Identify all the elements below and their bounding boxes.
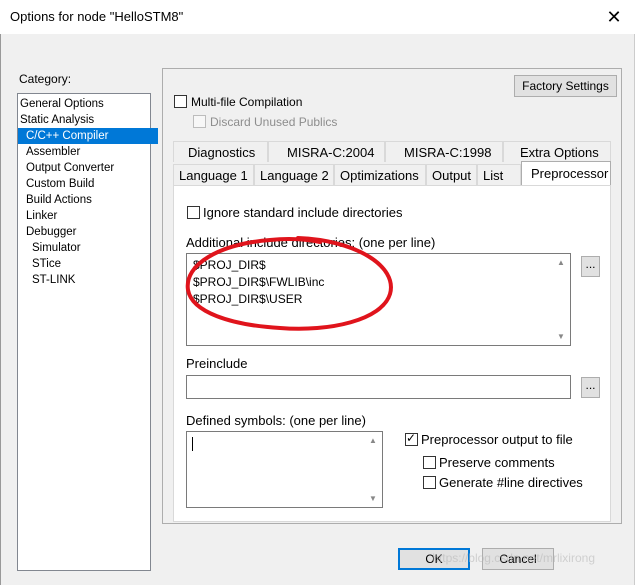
category-item-static-analysis[interactable]: Static Analysis: [18, 112, 152, 128]
multi-file-compilation-label: Multi-file Compilation: [191, 95, 303, 109]
tab-language-2[interactable]: Language 2: [254, 164, 334, 185]
scroll-up-icon[interactable]: ▲: [369, 436, 377, 445]
tab-language-1[interactable]: Language 1: [173, 164, 254, 185]
ignore-standard-include-label: Ignore standard include directories: [203, 205, 403, 220]
discard-unused-publics-label: Discard Unused Publics: [210, 115, 338, 129]
tab-extra-options[interactable]: Extra Options: [503, 141, 611, 162]
include-scrollbar[interactable]: ▲ ▼: [554, 254, 570, 345]
preinclude-browse-button[interactable]: ...: [581, 377, 600, 398]
preinclude-label: Preinclude: [186, 356, 248, 371]
preprocessor-output-label: Preprocessor output to file: [421, 432, 573, 447]
text-caret: [192, 437, 193, 451]
category-item-general-options[interactable]: General Options: [18, 96, 152, 112]
line-directives-label: Generate #line directives: [439, 475, 583, 490]
category-list[interactable]: General Options Static Analysis C/C++ Co…: [17, 93, 158, 571]
category-item-assembler[interactable]: Assembler: [18, 144, 158, 160]
window-title: Options for node "HelloSTM8": [10, 9, 184, 24]
line-directives-checkbox[interactable]: [423, 476, 436, 489]
close-icon[interactable]: ✕: [601, 4, 627, 30]
category-item-custom-build[interactable]: Custom Build: [18, 176, 158, 192]
category-item-linker[interactable]: Linker: [18, 208, 158, 224]
defined-symbols-textarea[interactable]: ▲ ▼: [186, 431, 383, 508]
tab-diagnostics[interactable]: Diagnostics: [173, 141, 268, 162]
tab-optimizations[interactable]: Optimizations: [334, 164, 426, 185]
tab-misra-c-2004[interactable]: MISRA-C:2004: [268, 141, 385, 162]
preprocessor-output-checkbox[interactable]: [405, 431, 418, 446]
watermark: https://blog.csdn.net/mrlixirong: [432, 551, 595, 565]
category-item-st-link[interactable]: ST-LINK: [18, 272, 164, 288]
title-bar: Options for node "HelloSTM8" ✕: [0, 0, 635, 34]
defined-symbols-scrollbar[interactable]: ▲ ▼: [366, 432, 382, 507]
scroll-down-icon[interactable]: ▼: [557, 332, 565, 341]
tab-list[interactable]: List: [477, 164, 521, 185]
scroll-up-icon[interactable]: ▲: [557, 258, 565, 267]
tab-preprocessor[interactable]: Preprocessor: [521, 161, 611, 185]
factory-settings-button[interactable]: Factory Settings: [514, 75, 617, 97]
scroll-down-icon[interactable]: ▼: [369, 494, 377, 503]
category-label: Category:: [19, 72, 72, 86]
preinclude-input[interactable]: [186, 375, 571, 399]
category-item-debugger[interactable]: Debugger: [18, 224, 158, 240]
preserve-comments-checkbox[interactable]: [423, 456, 436, 469]
category-item-output-converter[interactable]: Output Converter: [18, 160, 158, 176]
preserve-comments-label: Preserve comments: [439, 455, 555, 470]
tab-output[interactable]: Output: [426, 164, 477, 185]
ignore-standard-include-checkbox[interactable]: [187, 206, 200, 219]
category-item-build-actions[interactable]: Build Actions: [18, 192, 158, 208]
annotation-circle: [185, 236, 393, 331]
annotation-circle-path: [185, 236, 393, 331]
discard-unused-publics-checkbox[interactable]: [193, 115, 206, 128]
tab-misra-c-1998[interactable]: MISRA-C:1998: [385, 141, 503, 162]
multi-file-compilation-checkbox[interactable]: [174, 95, 187, 108]
defined-symbols-label: Defined symbols: (one per line): [186, 413, 366, 428]
include-browse-button[interactable]: ...: [581, 256, 600, 277]
category-item-simulator[interactable]: Simulator: [18, 240, 164, 256]
category-item-stice[interactable]: STice: [18, 256, 164, 272]
category-item-c-compiler[interactable]: C/C++ Compiler: [18, 128, 158, 144]
